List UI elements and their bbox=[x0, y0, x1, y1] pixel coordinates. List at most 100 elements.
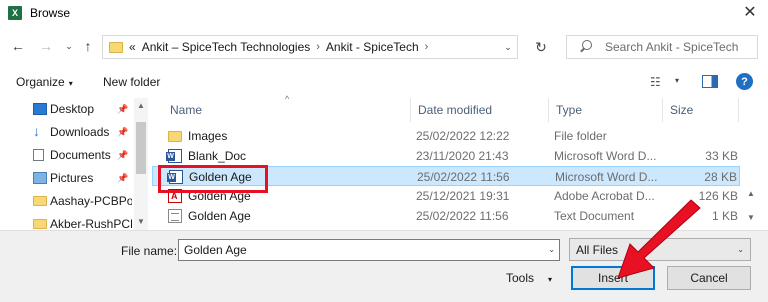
folder-icon bbox=[33, 219, 47, 229]
scroll-up-arrow-icon[interactable]: ▲ bbox=[744, 186, 758, 200]
file-row[interactable]: Images 25/02/2022 12:22 File folder bbox=[152, 126, 740, 146]
text-file-icon bbox=[168, 209, 182, 223]
annotation-highlight-box bbox=[158, 165, 268, 193]
scroll-down-arrow-icon[interactable]: ▼ bbox=[744, 210, 758, 224]
file-type: Microsoft Word D... bbox=[555, 170, 658, 184]
search-icon bbox=[579, 40, 593, 54]
file-name: Images bbox=[188, 129, 228, 143]
file-date: 25/02/2022 12:22 bbox=[416, 129, 510, 143]
sidebar-item-label: Akber-RushPCB- bbox=[50, 217, 132, 231]
view-options-caret[interactable]: ▾ bbox=[675, 76, 679, 85]
refresh-button[interactable]: ↻ bbox=[526, 35, 556, 59]
excel-app-icon: X bbox=[8, 6, 22, 20]
window-title: Browse bbox=[30, 6, 71, 20]
file-type-filter-value: All Files bbox=[576, 242, 619, 257]
pin-icon[interactable]: 📌 bbox=[117, 173, 128, 184]
preview-pane-icon[interactable] bbox=[702, 75, 718, 88]
insert-button[interactable]: Insert bbox=[571, 266, 655, 290]
word-document-icon bbox=[166, 149, 182, 163]
file-size: 1 KB bbox=[711, 209, 738, 223]
tools-label: Tools bbox=[506, 271, 535, 285]
file-size: 28 KB bbox=[704, 170, 737, 184]
breadcrumb-overflow[interactable]: « bbox=[129, 40, 136, 54]
command-bar: Organize ▾ New folder ☷ ▾ ? bbox=[0, 70, 768, 94]
help-icon[interactable]: ? bbox=[736, 73, 753, 90]
search-input[interactable]: Search Ankit - SpiceTech bbox=[566, 35, 758, 59]
download-icon: ↓ bbox=[33, 123, 40, 139]
dialog-footer: File name: Golden Age ⌄ All Files ⌄ Tool… bbox=[0, 230, 768, 302]
column-header-name[interactable]: Name bbox=[170, 103, 202, 117]
column-header-date[interactable]: Date modified bbox=[418, 103, 492, 117]
chevron-right-icon[interactable]: › bbox=[316, 41, 320, 53]
chevron-right-icon[interactable]: › bbox=[425, 41, 429, 53]
file-type: Text Document bbox=[554, 209, 635, 223]
sidebar-item-aashay[interactable]: Aashay-PCBPow bbox=[0, 190, 134, 212]
organize-label: Organize bbox=[16, 75, 65, 89]
file-name: Blank_Doc bbox=[188, 149, 247, 163]
file-date: 25/12/2021 19:31 bbox=[416, 189, 510, 203]
pictures-icon bbox=[33, 172, 47, 184]
file-date: 23/11/2020 21:43 bbox=[416, 149, 509, 163]
title-bar: X Browse ✕ bbox=[0, 0, 768, 26]
sidebar-item-downloads[interactable]: ↓ Downloads 📌 bbox=[0, 121, 134, 143]
up-folder-button[interactable]: ↑ bbox=[80, 38, 96, 54]
file-date: 25/02/2022 11:56 bbox=[417, 170, 510, 184]
sidebar-item-pictures[interactable]: Pictures 📌 bbox=[0, 167, 134, 189]
chevron-down-icon: ▾ bbox=[68, 79, 73, 88]
file-type: File folder bbox=[554, 129, 607, 143]
folder-icon bbox=[33, 196, 47, 206]
address-history-dropdown[interactable]: ⌄ bbox=[500, 38, 516, 56]
pin-icon[interactable]: 📌 bbox=[117, 127, 128, 138]
file-type: Microsoft Word D... bbox=[554, 149, 657, 163]
file-row[interactable]: Blank_Doc 23/11/2020 21:43 Microsoft Wor… bbox=[152, 146, 740, 166]
chevron-down-icon[interactable]: ⌄ bbox=[548, 245, 555, 254]
column-divider[interactable] bbox=[738, 98, 739, 122]
file-name-value: Golden Age bbox=[184, 243, 247, 257]
scroll-up-arrow-icon[interactable]: ▲ bbox=[134, 98, 148, 112]
breadcrumb-item[interactable]: Ankit - SpiceTech bbox=[326, 40, 419, 54]
sidebar-item-label: Aashay-PCBPow bbox=[50, 194, 132, 208]
file-size: 33 KB bbox=[705, 149, 738, 163]
sort-ascending-icon: ^ bbox=[285, 94, 290, 104]
sidebar-item-desktop[interactable]: Desktop 📌 bbox=[0, 98, 134, 120]
scroll-down-arrow-icon[interactable]: ▼ bbox=[134, 214, 148, 228]
file-name-input[interactable]: Golden Age ⌄ bbox=[178, 239, 560, 261]
recent-locations-button[interactable]: ⌄ bbox=[61, 38, 77, 54]
column-divider[interactable] bbox=[662, 98, 663, 122]
sidebar-scrollbar-thumb[interactable] bbox=[136, 122, 146, 174]
chevron-down-icon: ▾ bbox=[548, 275, 553, 284]
documents-icon bbox=[33, 149, 44, 161]
file-name: Golden Age bbox=[188, 209, 251, 223]
organize-button[interactable]: Organize ▾ bbox=[16, 75, 73, 89]
breadcrumb-item[interactable]: Ankit – SpiceTech Technologies bbox=[142, 40, 311, 54]
column-divider[interactable] bbox=[410, 98, 411, 122]
tools-button[interactable]: Tools ▾ bbox=[506, 271, 552, 285]
pin-icon[interactable]: 📌 bbox=[117, 150, 128, 161]
column-headers: Name ^ Date modified Type Size bbox=[152, 94, 752, 122]
cancel-button[interactable]: Cancel bbox=[667, 266, 751, 290]
close-button[interactable]: ✕ bbox=[740, 2, 760, 22]
view-options-icon[interactable]: ☷ bbox=[650, 75, 664, 89]
file-size: 126 KB bbox=[698, 189, 738, 203]
pin-icon[interactable]: 📌 bbox=[117, 104, 128, 115]
chevron-down-icon: ⌄ bbox=[737, 245, 744, 254]
address-bar[interactable]: « Ankit – SpiceTech Technologies › Ankit… bbox=[102, 35, 518, 59]
column-header-type[interactable]: Type bbox=[556, 103, 582, 117]
file-name-label: File name: bbox=[121, 244, 178, 258]
folder-icon bbox=[109, 41, 123, 53]
folder-icon bbox=[168, 131, 182, 142]
file-row[interactable]: Golden Age 25/02/2022 11:56 Text Documen… bbox=[152, 206, 740, 226]
new-folder-button[interactable]: New folder bbox=[103, 75, 160, 89]
forward-button[interactable]: → bbox=[38, 38, 54, 54]
column-divider[interactable] bbox=[548, 98, 549, 122]
navigation-pane: Desktop 📌 ↓ Downloads 📌 Documents 📌 Pict… bbox=[0, 98, 150, 231]
desktop-icon bbox=[33, 103, 47, 115]
file-type: Adobe Acrobat D... bbox=[554, 189, 655, 203]
sidebar-item-documents[interactable]: Documents 📌 bbox=[0, 144, 134, 166]
back-button[interactable]: ← bbox=[10, 38, 26, 54]
file-list: Name ^ Date modified Type Size Images 25… bbox=[152, 94, 758, 230]
column-header-size[interactable]: Size bbox=[670, 103, 693, 117]
navigation-bar: ← → ⌄ ↑ « Ankit – SpiceTech Technologies… bbox=[0, 34, 768, 60]
file-date: 25/02/2022 11:56 bbox=[416, 209, 509, 223]
file-type-filter[interactable]: All Files ⌄ bbox=[569, 238, 751, 261]
